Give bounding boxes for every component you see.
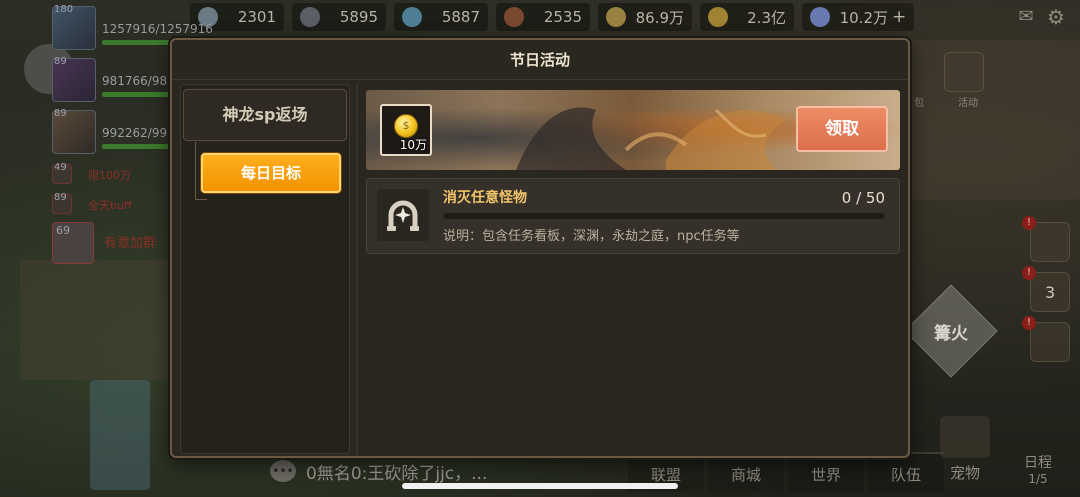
badge-count: 3 [1045,283,1056,302]
resource-value: 2301 [237,8,276,26]
tab-dragon-sp-return[interactable]: 神龙sp返场 [183,89,347,141]
resource-item: 5895 [292,3,386,31]
activity-label: 活动 [958,98,978,109]
ore-icon [300,7,320,27]
diamond-icon [810,7,830,27]
resource-value: 10.2万 [839,8,888,27]
guild-entry[interactable]: 69 有意加群 [52,222,178,264]
notification-dot: ! [1022,216,1036,230]
resource-item: 10.2万 + [802,3,915,31]
chat-message: 0無名0:王砍除了jjc，... [306,463,488,484]
content-area: $ 10万 领取 消灭任意怪物 0 / 50 说明：包含任务看板，深渊，永劫之庭… [366,90,902,454]
notification-dot: ! [1022,266,1036,280]
nav-world[interactable]: 世界 [788,452,864,492]
bag-label: 包 [914,98,924,109]
guild-label: 有意加群 [104,236,157,251]
party-member[interactable]: 180 1257916/1257916 [48,2,222,54]
member-hp: 1257916/1257916 [102,22,213,36]
background-structure [910,40,1080,200]
schedule-count: 1/5 [1028,472,1048,486]
resource-value: 2535 [543,8,582,26]
party-member[interactable]: 89 981766/981766 [48,54,222,106]
member-level: 89 [54,56,67,67]
resource-item: 5887 [394,3,488,31]
notification-dot: ! [1022,316,1036,330]
nav-team[interactable]: 队伍 [868,452,944,492]
resource-item: 2.3亿 [700,3,794,31]
member-label: 全天buff [88,199,132,212]
task-title: 消灭任意怪物 [443,190,527,206]
panel-divider [356,84,358,456]
gear-icon[interactable]: ⚙ [1044,7,1068,27]
resource-bar: 2301 5895 5887 2535 86.9万 2.3亿 10.2万 + [190,0,1080,34]
task-card: 消灭任意怪物 0 / 50 说明：包含任务看板，深渊，永劫之庭，npc任务等 [366,178,900,254]
mini-member[interactable]: 49 限100万 [52,162,178,186]
calendar-icon[interactable] [944,52,984,92]
schedule-label[interactable]: 日程 [1010,452,1066,472]
chat-bubble-icon: ••• [270,460,296,482]
event-banner: $ 10万 领取 [366,90,900,170]
category-panel: 神龙sp返场 每日目标 [180,84,350,454]
crystal-icon [402,7,422,27]
chest-icon[interactable] [1030,222,1070,262]
chat-bar[interactable]: ••• 0無名0:王砍除了jjc，... [270,456,487,486]
mini-member[interactable]: 89 全天buff [52,192,178,216]
resource-value: 86.9万 [635,8,684,27]
resource-value: 5895 [339,8,378,26]
festival-event-dialog: 节日活动 神龙sp返场 每日目标 $ 10万 领取 消灭任意怪物 0 / 50 … [170,38,910,458]
task-progress-text: 0 / 50 [841,189,885,207]
dialog-title: 节日活动 [172,40,908,80]
background-wall [20,260,180,380]
member-level: 89 [54,108,67,119]
resource-value: 2.3亿 [747,8,786,27]
resource-item: 2535 [496,3,590,31]
event-icon[interactable]: 3 [1030,272,1070,312]
reward-slot[interactable]: $ 10万 [380,104,432,156]
subtab-daily-goals[interactable]: 每日目标 [201,153,341,193]
party-list: › 180 1257916/1257916 89 981766/981766 8… [24,2,222,264]
paw-icon[interactable] [940,416,990,458]
reward-amount: 10万 [399,138,427,152]
nav-shop[interactable]: 商城 [708,452,784,492]
member-level: 89 [54,192,67,203]
party-member[interactable]: 89 992262/992262 [48,106,222,158]
member-level: 69 [56,224,70,237]
bonfire-label: 篝火 [934,324,968,344]
task-progress-bar [443,213,885,219]
gold-coin-icon: $ [394,114,418,138]
wheat-icon [606,7,626,27]
member-level: 180 [54,4,74,15]
add-diamond-icon[interactable]: + [892,7,906,27]
background-crystal-pillar [90,380,150,490]
gold-coin-icon [708,7,728,27]
egg-icon[interactable] [1030,322,1070,362]
pet-label: 宠物 [949,464,980,482]
mail-icon[interactable]: ✉ [1014,8,1038,26]
task-description: 说明：包含任务看板，深渊，永劫之庭，npc任务等 [443,229,740,244]
wood-icon [504,7,524,27]
resource-item: 86.9万 [598,3,692,31]
home-indicator[interactable] [402,483,678,489]
claim-button[interactable]: 领取 [796,106,888,152]
member-label: 限100万 [88,169,131,182]
task-icon-frame [377,189,429,241]
member-level: 49 [54,162,67,173]
resource-value: 5887 [441,8,480,26]
horseshoe-icon [387,200,419,231]
